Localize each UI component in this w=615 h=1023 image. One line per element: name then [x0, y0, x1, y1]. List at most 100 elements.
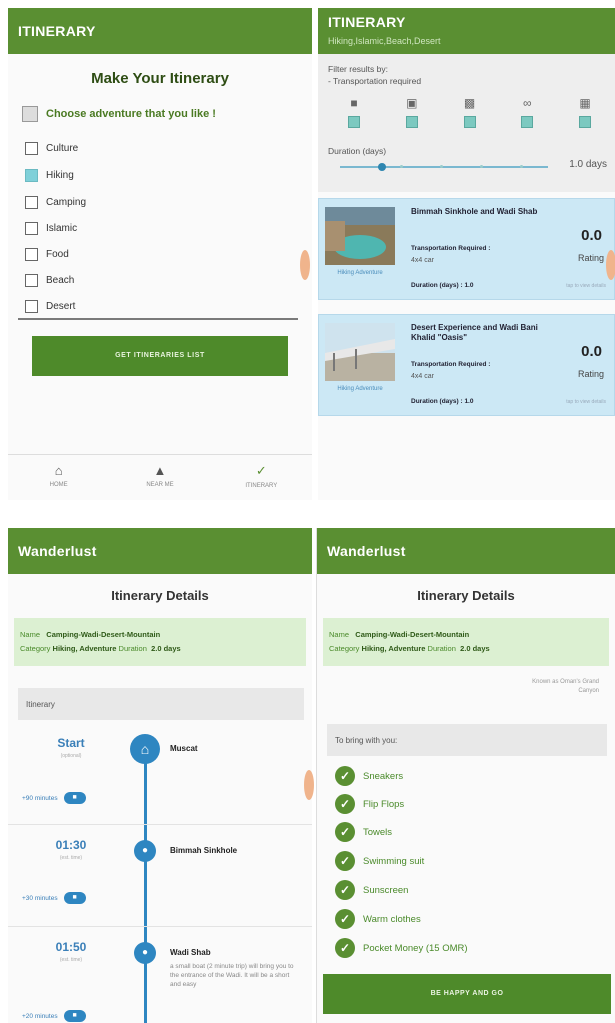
option-beach[interactable]: Beach — [25, 274, 74, 287]
card-rating-label: Rating — [577, 369, 604, 379]
duration-label: Duration — [427, 644, 456, 653]
card-title: Desert Experience and Wadi Bani Khalid "… — [411, 323, 538, 342]
name-value: Camping-Wadi-Desert-Mountain — [355, 630, 470, 639]
filter-label: Filter results by: — [328, 64, 388, 74]
checkbox-checked[interactable] — [405, 116, 418, 128]
bring-item-label: Sunscreen — [363, 884, 409, 896]
app-bar: Wanderlust — [317, 528, 615, 574]
be-happy-button[interactable]: BE HAPPY AND GO — [323, 974, 611, 1014]
check-icon: ✓ — [335, 822, 355, 842]
bring-item-label: Flip Flops — [363, 798, 405, 810]
vehicle-taxi[interactable]: ▩ — [450, 96, 490, 133]
option-hiking[interactable]: Hiking — [25, 169, 74, 182]
nav-label: ITINERARY — [245, 483, 278, 489]
transfer-label: +30 minutes — [22, 894, 58, 902]
duration-slider[interactable] — [340, 163, 548, 171]
checkbox-checked[interactable] — [521, 116, 534, 128]
app-bar-title: ITINERARY — [328, 14, 406, 30]
card-duration: Duration (days) : 1.0 — [411, 398, 474, 405]
itinerary-info: Name Camping-Wadi-Desert-Mountain Catego… — [14, 618, 306, 666]
car-icon: ■ — [350, 96, 358, 110]
checkbox-checked[interactable] — [348, 116, 360, 128]
transfer-time: +90 minutes ■ — [22, 792, 86, 804]
nav-label: NEAR ME — [146, 482, 174, 488]
slider-handle[interactable] — [377, 163, 386, 171]
itinerary-details-screen: Wanderlust Itinerary Details Name Campin… — [8, 528, 312, 1023]
nav-itinerary[interactable]: ✓ ITINERARY — [211, 455, 312, 500]
card-category: Hiking Adventure — [337, 386, 383, 392]
option-islamic[interactable]: Islamic — [25, 222, 77, 235]
app-bar: ITINERARY Hiking,Islamic,Beach,Desert — [318, 8, 615, 54]
slider-tick — [400, 165, 403, 168]
page-title: Make Your Itinerary — [91, 70, 229, 87]
card-title: Bimmah Sinkhole and Wadi Shab — [411, 207, 538, 216]
itinerary-card[interactable]: Hiking Adventure Desert Experience and W… — [318, 314, 615, 416]
bring-item-label: Warm clothes — [363, 913, 421, 925]
name-value: Camping-Wadi-Desert-Mountain — [46, 630, 161, 639]
vehicle-filters: ■ ▣ ▩ ∞ ▦ — [334, 96, 605, 133]
option-culture[interactable]: Culture — [25, 142, 78, 155]
stop-place: Wadi Shab — [170, 948, 211, 957]
card-link[interactable]: tap to view details — [566, 283, 606, 289]
transfer-time: +30 minutes ■ — [22, 892, 86, 904]
bring-item: ✓ Sunscreen — [335, 880, 408, 900]
home-icon: ⌂ — [54, 463, 63, 478]
bring-item-label: Pocket Money (15 OMR) — [363, 942, 468, 954]
card-duration: Duration (days) : 1.0 — [411, 282, 474, 289]
duration-label: Duration — [118, 644, 147, 653]
checkbox[interactable] — [25, 222, 38, 235]
slider-tick — [480, 165, 483, 168]
category-label: Category — [20, 644, 51, 653]
divider — [8, 824, 312, 825]
option-label: Camping — [46, 197, 87, 208]
nav-near-me[interactable]: ▲ NEAR ME — [109, 455, 210, 500]
checkbox-checked[interactable] — [463, 116, 476, 128]
option-label: Culture — [46, 143, 79, 154]
swipe-indicator — [606, 250, 615, 280]
make-itinerary-screen: ITINERARY Make Your Itinerary Choose adv… — [8, 8, 312, 500]
timeline-line — [144, 754, 147, 1023]
check-icon: ✓ — [335, 766, 355, 786]
vehicle-motorbike[interactable]: ∞ — [507, 96, 547, 133]
category-row: Category Hiking, Adventure Duration 2.0 … — [329, 642, 603, 656]
option-food[interactable]: Food — [25, 248, 69, 261]
stop-time-note: (optional) — [60, 753, 82, 759]
category-value: Hiking, Adventure — [52, 644, 117, 653]
checkbox[interactable] — [25, 196, 38, 209]
adventure-header-checkbox[interactable] — [22, 106, 38, 122]
choose-adventure-label: Choose adventure that you like ! — [22, 106, 216, 122]
checkbox[interactable] — [25, 300, 38, 313]
card-rating-label: Rating — [577, 253, 604, 263]
card-link[interactable]: tap to view details — [566, 399, 606, 405]
card-rating: 0.0 — [581, 227, 602, 244]
vehicle-suv[interactable]: ▣ — [392, 96, 432, 133]
card-transport-value: 4x4 car — [411, 373, 434, 380]
suv-icon: ▣ — [406, 96, 418, 110]
stop-time: Start — [57, 736, 85, 750]
itinerary-card[interactable]: Hiking Adventure Bimmah Sinkhole and Wad… — [318, 198, 615, 300]
option-label: Desert — [46, 301, 76, 312]
checkbox-checked[interactable] — [25, 169, 38, 182]
bus-icon: ▦ — [579, 96, 591, 110]
app-bar-title: Wanderlust — [18, 543, 97, 559]
nav-home[interactable]: ⌂ HOME — [8, 455, 109, 500]
checkbox[interactable] — [25, 142, 38, 155]
sinkhole-photo — [325, 207, 395, 265]
vehicle-car[interactable]: ■ — [334, 96, 374, 133]
bring-item: ✓ Swimming suit — [335, 851, 424, 871]
choose-label-text: Choose adventure that you like ! — [46, 108, 216, 120]
bring-item: ✓ Sneakers — [335, 766, 403, 786]
duration-value: 2.0 days — [151, 644, 181, 653]
vehicle-bus[interactable]: ▦ — [565, 96, 605, 133]
option-camping[interactable]: Camping — [25, 196, 86, 209]
stop-place: Bimmah Sinkhole — [170, 846, 238, 855]
page-title: Itinerary Details — [111, 588, 209, 603]
checkbox-checked[interactable] — [579, 116, 591, 128]
option-desert[interactable]: Desert — [25, 300, 75, 313]
car-icon: ■ — [63, 892, 86, 904]
get-itineraries-button[interactable]: GET ITINERARIES LIST — [32, 336, 288, 376]
check-icon: ✓ — [335, 794, 355, 814]
checkbox[interactable] — [25, 248, 38, 261]
bring-item-label: Sneakers — [363, 770, 404, 782]
checkbox[interactable] — [25, 274, 38, 287]
